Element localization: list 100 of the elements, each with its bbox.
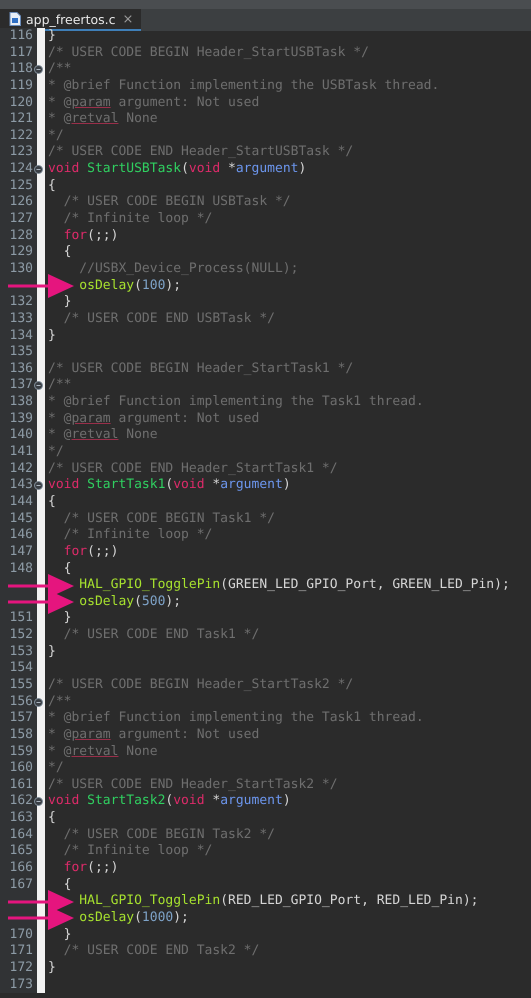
line-number: 122 [10, 128, 33, 143]
line-number: 173 [10, 976, 33, 992]
code-line: /* USER CODE BEGIN Header_StartTask1 */ [48, 360, 354, 376]
line-number: 166 [10, 860, 33, 876]
code-line: } [62, 294, 72, 310]
line-number: 167 [10, 876, 33, 892]
code-line: } [62, 926, 72, 942]
collapse-icon[interactable] [34, 481, 43, 490]
code-line: * @brief Function implementing the Task1 thread. [48, 394, 424, 410]
line-number: 159 [10, 744, 33, 759]
line-number: 121 [10, 111, 33, 126]
line-number: 135 [10, 344, 33, 360]
line-number: 119 [10, 78, 33, 93]
line-number: 143 [10, 477, 33, 492]
line-number: 172 [10, 960, 33, 975]
code-line: { [48, 178, 56, 193]
code-line: */ [48, 760, 64, 776]
line-number: 164 [10, 826, 33, 842]
line-number: 148 [10, 560, 33, 576]
line-number: 157 [10, 710, 33, 726]
code-line: /** [48, 377, 72, 392]
line-number: 165 [10, 843, 33, 858]
code-line: */ [48, 128, 64, 143]
line-number: 141 [10, 444, 33, 460]
code-line: /* USER CODE END Header_StartTask2 */ [48, 776, 338, 792]
code-line: /* USER CODE BEGIN Header_StartTask2 */ [48, 676, 354, 692]
code-line: } [48, 644, 56, 659]
line-number: 138 [10, 394, 33, 410]
code-line: void StartTask1(void *argument) [48, 477, 291, 492]
line-number: 171 [10, 943, 33, 958]
code-line: { [48, 494, 56, 509]
code-line: { [62, 244, 72, 260]
line-number: 134 [10, 328, 33, 343]
code-line: /* USER CODE END Task2 */ [62, 943, 260, 958]
line-number: 125 [10, 178, 33, 193]
close-button[interactable]: × [120, 12, 136, 26]
code-line: /* USER CODE BEGIN Header_StartUSBTask */ [48, 44, 369, 60]
code-line: osDelay(1000); [78, 910, 189, 925]
code-line: for(;;) [62, 228, 118, 243]
code-line: HAL_GPIO_TogglePin(GREEN_LED_GPIO_Port, GREEN_LED_Pin); [78, 577, 510, 592]
line-number: 126 [10, 194, 33, 210]
code-line: } [48, 328, 56, 343]
code-line: /* USER CODE END Header_StartTask1 */ [48, 460, 338, 476]
line-number: 140 [10, 427, 33, 442]
line-number: 129 [10, 244, 33, 260]
code-line: { [62, 560, 72, 576]
code-line: * @brief Function implementing the USBTask thread. [48, 78, 440, 93]
line-number: 142 [10, 460, 33, 476]
code-line: /* USER CODE BEGIN Task1 */ [62, 510, 275, 526]
collapse-icon[interactable] [34, 797, 43, 806]
line-number: 163 [10, 810, 33, 826]
line-number: 170 [10, 926, 33, 942]
code-line: /* Infinite loop */ [62, 211, 212, 226]
line-number: 153 [10, 644, 33, 659]
line-number: 127 [10, 211, 33, 226]
line-number: 154 [10, 660, 33, 676]
code-line: /** [48, 61, 72, 76]
code-line: * @brief Function implementing the Task1 thread. [48, 710, 424, 726]
code-line: HAL_GPIO_TogglePin(RED_LED_GPIO_Port, RED_LED_Pin); [78, 893, 478, 908]
line-number: 158 [10, 726, 33, 742]
line-number: 162 [10, 793, 33, 808]
code-line: /* USER CODE END Task1 */ [62, 627, 260, 642]
line-number: 144 [10, 494, 33, 509]
code-line: /* Infinite loop */ [62, 527, 212, 542]
code-line: * @param argument: Not used [48, 726, 260, 742]
line-number: 133 [10, 310, 33, 326]
code-line: * @retval None [48, 111, 158, 126]
code-line: for(;;) [62, 544, 118, 559]
line-number: 137 [10, 377, 33, 392]
code-line: } [48, 28, 56, 43]
code-line: void StartTask2(void *argument) [48, 793, 291, 808]
line-number: 116 [10, 28, 33, 43]
code-line: /* USER CODE BEGIN Task2 */ [62, 826, 275, 842]
line-number: 160 [10, 760, 33, 776]
code-line: void StartUSBTask(void *argument) [48, 161, 306, 176]
code-line: * @param argument: Not used [48, 94, 260, 110]
file-icon [9, 12, 21, 26]
collapse-icon[interactable] [34, 165, 43, 174]
code-line: { [48, 810, 56, 826]
code-line: /* USER CODE END Header_StartUSBTask */ [48, 144, 354, 160]
line-number: 152 [10, 627, 33, 642]
line-number: 132 [10, 294, 33, 310]
code-line: { [62, 876, 72, 892]
code-line: /* Infinite loop */ [62, 843, 212, 858]
code-line: */ [48, 444, 64, 460]
line-number: 118 [10, 61, 33, 76]
code-line: } [62, 610, 72, 626]
code-line: osDelay(100); [78, 278, 182, 293]
line-number: 139 [10, 410, 33, 426]
code-line: /* USER CODE END USBTask */ [62, 310, 275, 326]
line-number: 155 [10, 676, 33, 692]
code-line: /* USER CODE BEGIN USBTask */ [62, 194, 291, 210]
line-number: 136 [10, 360, 33, 376]
line-number: 147 [10, 544, 33, 559]
collapse-icon[interactable] [34, 65, 43, 74]
code-line: /** [48, 694, 72, 709]
collapse-icon[interactable] [34, 381, 43, 390]
code-line: for(;;) [62, 860, 118, 876]
code-line: } [48, 960, 56, 975]
line-number: 130 [10, 260, 33, 276]
